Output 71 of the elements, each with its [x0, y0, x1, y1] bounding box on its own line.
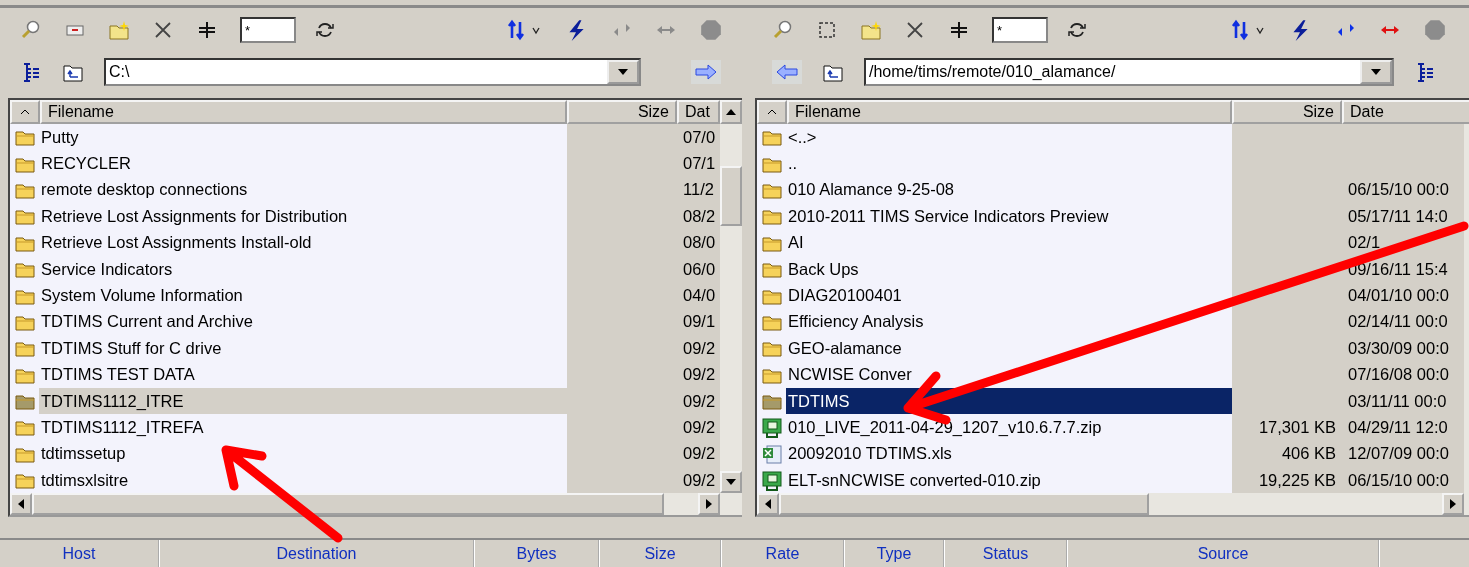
file-date: 06/15/10 00:0: [1348, 470, 1449, 489]
search-icon[interactable]: [20, 19, 42, 41]
archive-icon: [761, 469, 783, 492]
right-arrow-icon: [1450, 499, 1456, 510]
file-name[interactable]: TDTIMS1112_ITRE: [39, 387, 567, 415]
file-size: 19,225 KB: [1258, 470, 1336, 489]
file-date: 03/30/09 00:0: [1348, 338, 1449, 357]
file-date: 03/11/11 00:0: [1348, 391, 1447, 410]
caret-icon[interactable]: [531, 25, 541, 35]
select-frame-icon[interactable]: [816, 19, 838, 41]
file-date: 06/15/10 00:0: [1348, 180, 1449, 199]
file-date: 09/2: [683, 470, 716, 489]
path-dropdown[interactable]: C:\: [104, 58, 641, 86]
file-date: 09/1: [683, 312, 716, 331]
scroll-left-button[interactable]: [10, 493, 32, 516]
scroll-left-button[interactable]: [757, 493, 779, 516]
file-date: 02/14/11 00:0: [1348, 312, 1448, 331]
caret-icon: [618, 69, 628, 75]
forward-button[interactable]: [691, 60, 721, 84]
file-size: 17,301 KB: [1258, 418, 1336, 436]
file-date: 11/2: [683, 180, 714, 199]
file-date: 02/1: [1348, 233, 1381, 252]
down-arrow-icon: [726, 479, 736, 486]
file-date: 05/17/11 14:0: [1348, 206, 1448, 225]
file-date: 06/0: [683, 259, 716, 278]
search-icon[interactable]: [772, 19, 794, 41]
caret-icon[interactable]: [1255, 25, 1265, 35]
plus-icon[interactable]: [196, 19, 218, 41]
file-date: 09/2: [683, 365, 716, 384]
right-arrow-icon: [706, 499, 712, 510]
column-header[interactable]: Date: [1342, 100, 1469, 124]
file-date: 09/2: [683, 338, 716, 357]
scroll-right-button[interactable]: [1442, 493, 1464, 516]
scroll-thumb[interactable]: [779, 493, 1149, 516]
file-date: 07/1: [683, 154, 716, 173]
file-date: 12/07/09 00:0: [1348, 444, 1449, 463]
filter-field[interactable]: *: [240, 17, 296, 43]
scroll-down-button[interactable]: [720, 471, 742, 494]
file-date: 09/2: [683, 391, 716, 410]
archive-icon: [761, 416, 783, 439]
caret-icon: [1371, 69, 1381, 75]
file-date: 04/29/11 12:0: [1348, 418, 1448, 436]
column-header[interactable]: Filename: [40, 100, 567, 124]
scroll-up-button[interactable]: [720, 100, 742, 124]
column-header[interactable]: Size: [1232, 100, 1342, 124]
up-arrow-icon: [726, 109, 736, 115]
scroll-thumb[interactable]: [32, 493, 664, 516]
column-header[interactable]: Filename: [787, 100, 1232, 124]
back-button[interactable]: [772, 60, 802, 84]
caret-icon: [20, 108, 30, 116]
left-arrow-icon: [765, 499, 771, 510]
sort-icon[interactable]: [505, 19, 527, 41]
file-date: 04/01/10 00:0: [1348, 286, 1449, 305]
left-arrow-icon: [18, 499, 24, 510]
plus-icon[interactable]: [948, 19, 970, 41]
scroll-right-button[interactable]: [698, 493, 720, 516]
column-header[interactable]: Dat: [677, 100, 720, 124]
scroll-thumb[interactable]: [720, 166, 742, 226]
file-date: 09/2: [683, 418, 716, 436]
sort-icon[interactable]: [1229, 19, 1251, 41]
file-date: 04/0: [683, 286, 716, 305]
file-date: 07/16/08 00:0: [1348, 365, 1449, 384]
file-date: 08/2: [683, 206, 716, 225]
caret-icon: [767, 108, 777, 116]
path-dropdown[interactable]: /home/tims/remote/010_alamance/: [864, 58, 1394, 86]
filter-field[interactable]: *: [992, 17, 1048, 43]
file-date: 09/2: [683, 444, 716, 463]
column-header[interactable]: Size: [567, 100, 677, 124]
file-size: 406 KB: [1281, 444, 1336, 463]
file-date: 08/0: [683, 233, 716, 252]
file-date: 07/0: [683, 127, 716, 146]
